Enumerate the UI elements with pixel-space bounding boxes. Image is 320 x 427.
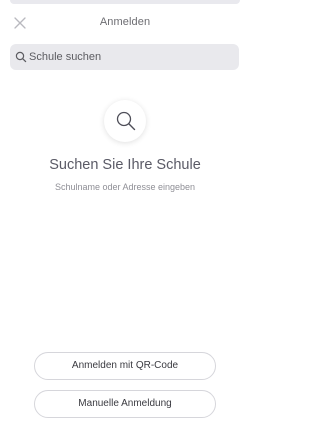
- manual-login-button[interactable]: Manuelle Anmeldung: [34, 390, 216, 418]
- empty-state-title: Suchen Sie Ihre Schule: [49, 157, 201, 173]
- page-title: Anmelden: [99, 16, 151, 28]
- search-input[interactable]: [27, 44, 234, 70]
- empty-state-icon-circle: [104, 100, 146, 142]
- search-bar[interactable]: [10, 44, 239, 70]
- qr-login-button[interactable]: Anmelden mit QR-Code: [34, 352, 216, 380]
- empty-state-subtitle: Schulname oder Adresse eingeben: [54, 182, 196, 192]
- sheet-edge: [10, 0, 240, 4]
- header: Anmelden: [0, 8, 250, 38]
- search-icon: [116, 111, 136, 131]
- search-icon: [15, 51, 27, 63]
- login-screen: Anmelden Suchen Sie Ihre Schule Schulnam…: [0, 0, 250, 427]
